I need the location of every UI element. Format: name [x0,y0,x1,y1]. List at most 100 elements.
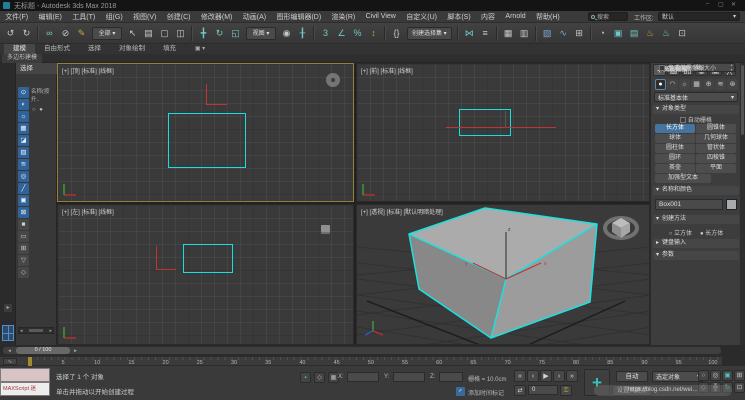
use-pivot-center-icon[interactable]: ◉ [279,25,294,41]
object-type-button[interactable]: 圆环 [655,154,695,163]
explorer-sort-field[interactable]: 名称(按升.. [31,88,56,106]
current-frame-field[interactable]: 0 [528,385,558,395]
macro-recorder-pane[interactable] [0,368,50,382]
spacewarps-category-icon[interactable]: ≋ [715,79,726,90]
scroll-left-icon[interactable]: ◂ [20,328,23,334]
snap-toggle-3d-icon[interactable]: 3 [318,25,333,41]
angle-snap-icon[interactable]: ∠ [334,25,349,41]
explorer-display-toggle-icon[interactable]: ◎ [18,171,29,182]
maximize-button[interactable]: ▢ [718,1,724,8]
explorer-display-toggle-icon[interactable]: ⊙ [18,87,29,98]
maxscript-mini-listener[interactable]: MAXScript 迷 [0,382,50,396]
render-last-icon[interactable]: ⊡ [675,25,690,41]
mirror-icon[interactable]: ⋈ [462,25,477,41]
selection-lock-toggle[interactable]: ◇ [314,372,325,383]
object-name-field[interactable]: Box001 [655,199,723,210]
cameras-category-icon[interactable]: ▦ [691,79,702,90]
menu-item[interactable]: 动画(A) [238,12,272,22]
rollout-parameters[interactable]: ▾ 参数 [653,251,739,260]
explorer-display-toggle-icon[interactable]: ≋ [18,159,29,170]
key-filter-dropdown[interactable]: 选定对象 ▾ [652,371,704,382]
selection-filter-dropdown[interactable]: 全部 ▾ [92,27,122,40]
redo-icon[interactable]: ↻ [19,25,34,41]
shapes-category-icon[interactable]: ◠ [667,79,678,90]
lights-category-icon[interactable]: ☼ [679,79,690,90]
object-type-button[interactable]: 加强型文本 [655,174,711,183]
percent-snap-icon[interactable]: % [350,25,365,41]
menu-item[interactable]: 内容 [476,12,500,22]
rollout-object-type[interactable]: ▾ 对象类型 [653,105,739,114]
bind-to-spacewarp-icon[interactable]: ✎ [74,25,89,41]
explorer-display-toggle-icon[interactable]: ▧ [18,147,29,158]
key-filters-icon[interactable]: ⚿ [560,385,572,396]
object-type-button[interactable]: 几何球体 [696,134,736,143]
viewport-top-label[interactable]: [+] [顶] [标准] [线框] [62,66,114,75]
scrollbar-thumb[interactable] [29,329,43,332]
time-slider[interactable]: ◄ 0 / 100 ► [2,346,722,355]
rollout-name-color[interactable]: ▾ 名称和颜色 [653,186,739,195]
mini-curve-editor-icon[interactable]: ∿ [3,358,17,365]
rectangular-selection-region-icon[interactable]: ▢ [157,25,172,41]
named-selection-sets-dropdown[interactable]: 创建选择集 ▾ [407,27,452,40]
expand-panel-button[interactable]: ▸ [3,303,13,313]
explorer-display-toggle-icon[interactable]: ◪ [18,135,29,146]
go-to-start-button[interactable]: « [514,370,526,382]
object-color-swatch[interactable] [726,199,737,210]
curve-editor-icon[interactable]: ∿ [556,25,571,41]
rollout-keyboard-entry[interactable]: ▸ 键盘输入 [653,239,739,248]
scene-explorer-title[interactable]: 选择 [16,63,57,74]
reference-coordinate-dropdown[interactable]: 视图 ▾ [246,27,276,40]
z-coordinate-field[interactable] [439,372,463,382]
object-type-button[interactable]: 茶壶 [655,164,695,173]
toggle-scene-explorer-icon[interactable]: ▦ [501,25,516,41]
edit-named-selections-icon[interactable]: {} [389,25,404,41]
object-type-button[interactable]: 四棱锥 [696,154,736,163]
menu-item[interactable]: 编辑(E) [33,12,67,22]
select-and-rotate-icon[interactable]: ↻ [212,25,227,41]
ribbon-subtab-polygon-modeling[interactable]: 多边形建模 [2,54,42,63]
explorer-display-toggle-icon[interactable]: ⊠ [18,207,29,218]
explorer-horizontal-scrollbar[interactable]: ◂ ▸ [18,327,54,334]
explorer-tool-icon[interactable]: ⊞ [18,243,29,254]
menu-item[interactable]: 渲染(R) [326,12,360,22]
material-editor-icon[interactable]: ◔ [595,25,610,41]
time-slider-prev-icon[interactable]: ◄ [5,348,14,354]
select-and-manipulate-icon[interactable]: ╂ [295,25,310,41]
unlink-selection-icon[interactable]: ⊘ [58,25,73,41]
explorer-tool-icon[interactable]: ◇ [18,267,29,278]
select-by-name-icon[interactable]: ▤ [141,25,156,41]
spinner-snap-icon[interactable]: ↕ [366,25,381,41]
menu-item[interactable]: 组(G) [100,12,127,22]
menu-item[interactable]: Civil View [360,13,401,20]
object-type-button[interactable]: 长方体 [655,124,695,133]
command-panel-scrollbar[interactable] [740,63,745,345]
explorer-display-toggle-icon[interactable]: ☼ [18,111,29,122]
menu-item[interactable]: Arnold [500,13,531,20]
zoom-extents-all-icon[interactable]: ⊞ [734,370,745,381]
add-time-tag-label[interactable]: 添加时间标记 [468,388,504,397]
menu-item[interactable]: 图形编辑器(D) [271,12,326,22]
radio-option[interactable]: ● 长方体 [700,228,723,237]
toggle-layer-explorer-icon[interactable]: ▥ [517,25,532,41]
select-and-scale-icon[interactable]: ◱ [228,25,243,41]
maximize-viewport-toggle-icon[interactable]: ⊡ [734,382,745,393]
viewport-perspective[interactable]: [+] [透视] [标准] [默认明暗处理] [356,204,650,345]
autogrid-checkbox[interactable] [680,117,686,123]
systems-category-icon[interactable]: ⊛ [727,79,738,90]
isolate-selection-toggle[interactable]: ▪ [300,372,311,383]
autogrid-row[interactable]: 自动栅格 [653,115,739,124]
ribbon-tab[interactable]: 建模 [4,44,35,54]
scrollbar-thumb[interactable] [741,65,744,135]
object-type-button[interactable]: 平面 [696,164,736,173]
viewcube[interactable] [605,218,637,238]
viewport-top[interactable]: [+] [顶] [标准] [线框] [57,63,354,202]
primitive-type-dropdown[interactable]: 标准基本体 ▾ [654,92,738,102]
object-type-button[interactable]: 球体 [655,134,695,143]
rollout-creation-method[interactable]: ▾ 创建方法 [653,215,739,224]
render-iterative-icon[interactable]: ♨ [659,25,674,41]
menu-item[interactable]: 脚本(S) [442,12,476,22]
explorer-tool-icon[interactable]: ■ [18,219,29,230]
viewport-left[interactable]: [+] [左] [标准] [线框] [57,204,354,345]
viewport-perspective-label[interactable]: [+] [透视] [标准] [默认明暗处理] [361,207,443,216]
checkbox[interactable] [659,65,665,71]
